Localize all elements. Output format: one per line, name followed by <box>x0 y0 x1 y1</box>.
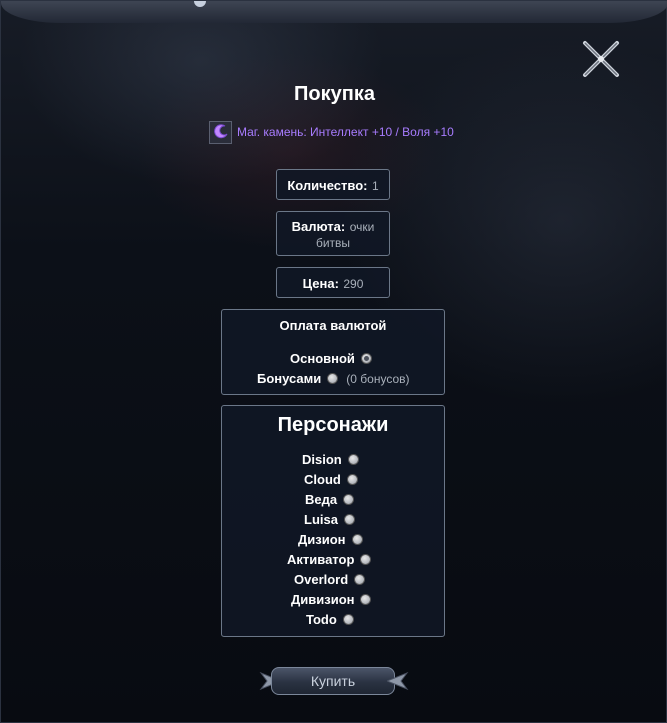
character-radio[interactable] <box>347 454 359 465</box>
character-name: Дизион <box>298 532 346 547</box>
right-wing-ornament <box>387 671 409 691</box>
characters-title: Персонажи <box>277 414 389 436</box>
payment-option-label: Основной <box>290 351 355 366</box>
character-name: Overlord <box>294 572 349 587</box>
character-radio[interactable] <box>342 614 354 625</box>
character-option[interactable]: Todo <box>306 612 354 627</box>
character-radio[interactable] <box>343 514 355 525</box>
character-radio[interactable] <box>354 574 366 585</box>
character-option[interactable]: Веда <box>305 492 355 507</box>
payment-option-label: Бонусами <box>257 371 322 386</box>
payment-panel: Оплата валютой Основной Бонусами (0 бону… <box>221 309 445 395</box>
quantity-box: Количество: 1 <box>276 169 390 200</box>
purchase-dialog: Покупка Маг. камень: Интеллект +10 / Вол… <box>0 0 667 723</box>
character-name: Cloud <box>304 472 341 487</box>
currency-value-line2: битвы <box>315 236 351 250</box>
price-box: Цена: 290 <box>276 267 390 298</box>
character-option[interactable]: Dision <box>302 452 359 467</box>
payment-option-bonus[interactable]: Бонусами (0 бонусов) <box>257 371 410 386</box>
character-option[interactable]: Cloud <box>304 472 358 487</box>
currency-box: Валюта: очки битвы <box>276 211 390 256</box>
character-name: Todo <box>306 612 337 627</box>
character-option[interactable]: Luisa <box>304 512 355 527</box>
price-value: 290 <box>343 277 364 291</box>
bonus-count-note: (0 бонусов) <box>346 371 410 386</box>
currency-value-line1: очки <box>349 220 375 234</box>
payment-option-main[interactable]: Основной <box>290 351 372 366</box>
item-name: Маг. камень: Интеллект +10 / Воля +10 <box>237 125 454 139</box>
character-radio[interactable] <box>351 534 363 545</box>
character-radio[interactable] <box>360 594 372 605</box>
item-line: Маг. камень: Интеллект +10 / Воля +10 <box>209 120 454 144</box>
radio-bonus[interactable] <box>327 373 339 384</box>
character-name: Дивизион <box>291 592 355 607</box>
buy-button[interactable]: Купить <box>271 667 395 695</box>
quantity-value: 1 <box>371 179 379 193</box>
magic-stone-icon <box>209 120 232 144</box>
character-option[interactable]: Дивизион <box>291 592 372 607</box>
character-option[interactable]: Активатор <box>287 552 372 567</box>
payment-title: Оплата валютой <box>279 318 387 333</box>
dialog-top-bar <box>1 1 667 23</box>
character-name: Luisa <box>304 512 338 527</box>
currency-label: Валюта: <box>291 219 346 234</box>
character-name: Веда <box>305 492 338 507</box>
close-icon[interactable] <box>579 37 623 81</box>
character-radio[interactable] <box>360 554 372 565</box>
radio-main[interactable] <box>360 353 372 364</box>
buy-button-container: Купить <box>259 665 409 699</box>
character-option[interactable]: Дизион <box>298 532 363 547</box>
quantity-label: Количество: <box>287 178 368 193</box>
character-radio[interactable] <box>346 474 358 485</box>
character-name: Dision <box>302 452 342 467</box>
character-option[interactable]: Overlord <box>294 572 366 587</box>
character-name: Активатор <box>287 552 355 567</box>
price-label: Цена: <box>302 276 339 291</box>
dialog-title: Покупка <box>294 83 375 105</box>
characters-panel: Персонажи Dision Cloud Веда Luisa Дизион Акти… <box>221 405 445 637</box>
character-radio[interactable] <box>343 494 355 505</box>
